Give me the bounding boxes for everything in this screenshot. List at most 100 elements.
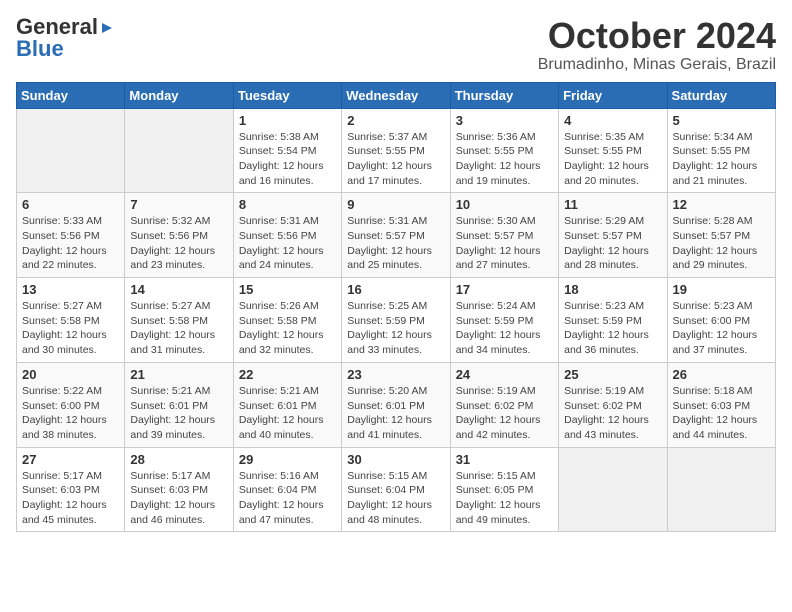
day-number: 19 <box>673 282 770 297</box>
calendar-cell: 24 Sunrise: 5:19 AM Sunset: 6:02 PM Dayl… <box>450 362 558 447</box>
daylight-text: Daylight: 12 hours and 23 minutes. <box>130 245 215 272</box>
day-info: Sunrise: 5:17 AM Sunset: 6:03 PM Dayligh… <box>130 469 227 528</box>
day-number: 26 <box>673 367 770 382</box>
day-info: Sunrise: 5:28 AM Sunset: 5:57 PM Dayligh… <box>673 214 770 273</box>
day-info: Sunrise: 5:19 AM Sunset: 6:02 PM Dayligh… <box>564 384 661 443</box>
sunrise-text: Sunrise: 5:16 AM <box>239 470 319 482</box>
sunrise-text: Sunrise: 5:35 AM <box>564 131 644 143</box>
sunset-text: Sunset: 6:03 PM <box>673 400 751 412</box>
sunset-text: Sunset: 5:55 PM <box>347 145 425 157</box>
day-info: Sunrise: 5:26 AM Sunset: 5:58 PM Dayligh… <box>239 299 336 358</box>
sunrise-text: Sunrise: 5:24 AM <box>456 300 536 312</box>
sunrise-text: Sunrise: 5:21 AM <box>239 385 319 397</box>
daylight-text: Daylight: 12 hours and 19 minutes. <box>456 160 541 187</box>
location-text: Brumadinho, Minas Gerais, Brazil <box>538 56 776 74</box>
daylight-text: Daylight: 12 hours and 39 minutes. <box>130 414 215 441</box>
day-info: Sunrise: 5:24 AM Sunset: 5:59 PM Dayligh… <box>456 299 553 358</box>
day-number: 5 <box>673 113 770 128</box>
sunrise-text: Sunrise: 5:21 AM <box>130 385 210 397</box>
sunset-text: Sunset: 6:00 PM <box>22 400 100 412</box>
sunset-text: Sunset: 5:57 PM <box>456 230 534 242</box>
calendar-cell: 1 Sunrise: 5:38 AM Sunset: 5:54 PM Dayli… <box>233 108 341 193</box>
sunrise-text: Sunrise: 5:32 AM <box>130 215 210 227</box>
day-info: Sunrise: 5:31 AM Sunset: 5:57 PM Dayligh… <box>347 214 444 273</box>
sunrise-text: Sunrise: 5:23 AM <box>673 300 753 312</box>
sunset-text: Sunset: 5:59 PM <box>456 315 534 327</box>
calendar-cell: 17 Sunrise: 5:24 AM Sunset: 5:59 PM Dayl… <box>450 278 558 363</box>
day-number: 12 <box>673 197 770 212</box>
day-number: 10 <box>456 197 553 212</box>
sunrise-text: Sunrise: 5:29 AM <box>564 215 644 227</box>
logo: General Blue <box>16 16 114 60</box>
daylight-text: Daylight: 12 hours and 40 minutes. <box>239 414 324 441</box>
calendar-cell <box>667 447 775 532</box>
calendar-cell: 23 Sunrise: 5:20 AM Sunset: 6:01 PM Dayl… <box>342 362 450 447</box>
calendar-cell <box>125 108 233 193</box>
sunrise-text: Sunrise: 5:36 AM <box>456 131 536 143</box>
sunrise-text: Sunrise: 5:34 AM <box>673 131 753 143</box>
page-header: General Blue October 2024 Brumadinho, Mi… <box>16 16 776 74</box>
sunrise-text: Sunrise: 5:18 AM <box>673 385 753 397</box>
sunset-text: Sunset: 6:05 PM <box>456 484 534 496</box>
sunset-text: Sunset: 6:01 PM <box>239 400 317 412</box>
day-number: 8 <box>239 197 336 212</box>
day-number: 21 <box>130 367 227 382</box>
daylight-text: Daylight: 12 hours and 42 minutes. <box>456 414 541 441</box>
day-info: Sunrise: 5:27 AM Sunset: 5:58 PM Dayligh… <box>22 299 119 358</box>
day-number: 6 <box>22 197 119 212</box>
sunrise-text: Sunrise: 5:17 AM <box>130 470 210 482</box>
day-number: 31 <box>456 452 553 467</box>
daylight-text: Daylight: 12 hours and 30 minutes. <box>22 329 107 356</box>
day-info: Sunrise: 5:32 AM Sunset: 5:56 PM Dayligh… <box>130 214 227 273</box>
sunset-text: Sunset: 5:56 PM <box>239 230 317 242</box>
calendar-week-row: 1 Sunrise: 5:38 AM Sunset: 5:54 PM Dayli… <box>17 108 776 193</box>
daylight-text: Daylight: 12 hours and 22 minutes. <box>22 245 107 272</box>
calendar-cell: 9 Sunrise: 5:31 AM Sunset: 5:57 PM Dayli… <box>342 193 450 278</box>
day-info: Sunrise: 5:23 AM Sunset: 5:59 PM Dayligh… <box>564 299 661 358</box>
sunset-text: Sunset: 5:58 PM <box>22 315 100 327</box>
sunset-text: Sunset: 5:55 PM <box>456 145 534 157</box>
sunset-text: Sunset: 6:01 PM <box>130 400 208 412</box>
daylight-text: Daylight: 12 hours and 24 minutes. <box>239 245 324 272</box>
daylight-text: Daylight: 12 hours and 46 minutes. <box>130 499 215 526</box>
calendar-cell: 13 Sunrise: 5:27 AM Sunset: 5:58 PM Dayl… <box>17 278 125 363</box>
col-wednesday: Wednesday <box>342 82 450 108</box>
day-info: Sunrise: 5:34 AM Sunset: 5:55 PM Dayligh… <box>673 130 770 189</box>
daylight-text: Daylight: 12 hours and 25 minutes. <box>347 245 432 272</box>
daylight-text: Daylight: 12 hours and 29 minutes. <box>673 245 758 272</box>
col-sunday: Sunday <box>17 82 125 108</box>
day-info: Sunrise: 5:19 AM Sunset: 6:02 PM Dayligh… <box>456 384 553 443</box>
calendar-cell: 12 Sunrise: 5:28 AM Sunset: 5:57 PM Dayl… <box>667 193 775 278</box>
sunset-text: Sunset: 5:57 PM <box>673 230 751 242</box>
day-info: Sunrise: 5:21 AM Sunset: 6:01 PM Dayligh… <box>239 384 336 443</box>
sunset-text: Sunset: 6:00 PM <box>673 315 751 327</box>
sunrise-text: Sunrise: 5:31 AM <box>347 215 427 227</box>
sunrise-text: Sunrise: 5:23 AM <box>564 300 644 312</box>
daylight-text: Daylight: 12 hours and 32 minutes. <box>239 329 324 356</box>
day-number: 20 <box>22 367 119 382</box>
sunrise-text: Sunrise: 5:30 AM <box>456 215 536 227</box>
day-info: Sunrise: 5:15 AM Sunset: 6:04 PM Dayligh… <box>347 469 444 528</box>
col-monday: Monday <box>125 82 233 108</box>
calendar-header-row: Sunday Monday Tuesday Wednesday Thursday… <box>17 82 776 108</box>
calendar-cell: 7 Sunrise: 5:32 AM Sunset: 5:56 PM Dayli… <box>125 193 233 278</box>
daylight-text: Daylight: 12 hours and 41 minutes. <box>347 414 432 441</box>
daylight-text: Daylight: 12 hours and 20 minutes. <box>564 160 649 187</box>
calendar-cell: 15 Sunrise: 5:26 AM Sunset: 5:58 PM Dayl… <box>233 278 341 363</box>
calendar-cell: 27 Sunrise: 5:17 AM Sunset: 6:03 PM Dayl… <box>17 447 125 532</box>
sunset-text: Sunset: 5:59 PM <box>564 315 642 327</box>
sunrise-text: Sunrise: 5:20 AM <box>347 385 427 397</box>
day-info: Sunrise: 5:38 AM Sunset: 5:54 PM Dayligh… <box>239 130 336 189</box>
sunrise-text: Sunrise: 5:38 AM <box>239 131 319 143</box>
calendar-cell: 31 Sunrise: 5:15 AM Sunset: 6:05 PM Dayl… <box>450 447 558 532</box>
calendar-cell: 2 Sunrise: 5:37 AM Sunset: 5:55 PM Dayli… <box>342 108 450 193</box>
sunrise-text: Sunrise: 5:22 AM <box>22 385 102 397</box>
calendar-cell: 10 Sunrise: 5:30 AM Sunset: 5:57 PM Dayl… <box>450 193 558 278</box>
sunset-text: Sunset: 5:57 PM <box>564 230 642 242</box>
daylight-text: Daylight: 12 hours and 43 minutes. <box>564 414 649 441</box>
calendar-week-row: 6 Sunrise: 5:33 AM Sunset: 5:56 PM Dayli… <box>17 193 776 278</box>
calendar-week-row: 27 Sunrise: 5:17 AM Sunset: 6:03 PM Dayl… <box>17 447 776 532</box>
day-number: 11 <box>564 197 661 212</box>
day-info: Sunrise: 5:21 AM Sunset: 6:01 PM Dayligh… <box>130 384 227 443</box>
day-number: 15 <box>239 282 336 297</box>
